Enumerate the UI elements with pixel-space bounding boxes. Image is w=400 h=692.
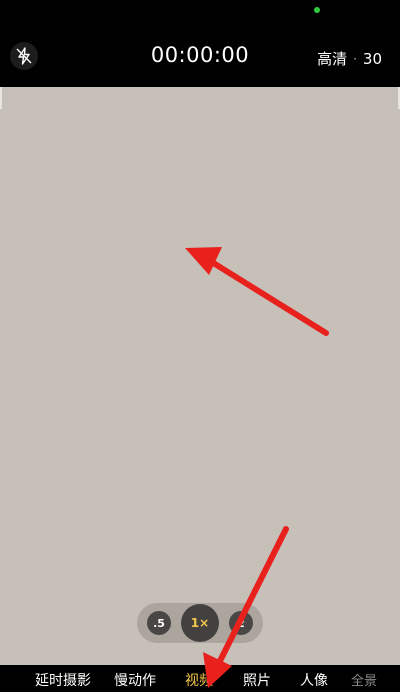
zoom-0-5-button[interactable]: .5 [147,611,171,635]
camera-viewfinder[interactable] [0,87,400,665]
zoom-2x-button[interactable]: 2 [229,611,253,635]
mode-video[interactable]: 视频 [185,670,213,690]
mode-portrait[interactable]: 人像 [300,670,328,690]
viewfinder-corner-right [391,87,400,109]
camera-top-bar: 00:00:00 高清 · 30 [0,0,400,87]
camera-mode-selector: 延时摄影 慢动作 视频 照片 人像 全景 [0,665,400,692]
mode-timelapse[interactable]: 延时摄影 [35,670,91,690]
quality-label[interactable]: 高清 [317,48,347,69]
fps-label[interactable]: 30 [363,50,382,68]
mode-photo[interactable]: 照片 [243,670,271,690]
camera-in-use-indicator [314,7,320,13]
mode-pano[interactable]: 全景 [351,670,377,689]
viewfinder-corner-left [0,87,9,109]
zoom-1x-button[interactable]: 1× [181,604,219,642]
format-separator: · [353,51,357,66]
video-format-indicator[interactable]: 高清 · 30 [317,48,382,69]
mode-slowmo[interactable]: 慢动作 [114,670,156,690]
